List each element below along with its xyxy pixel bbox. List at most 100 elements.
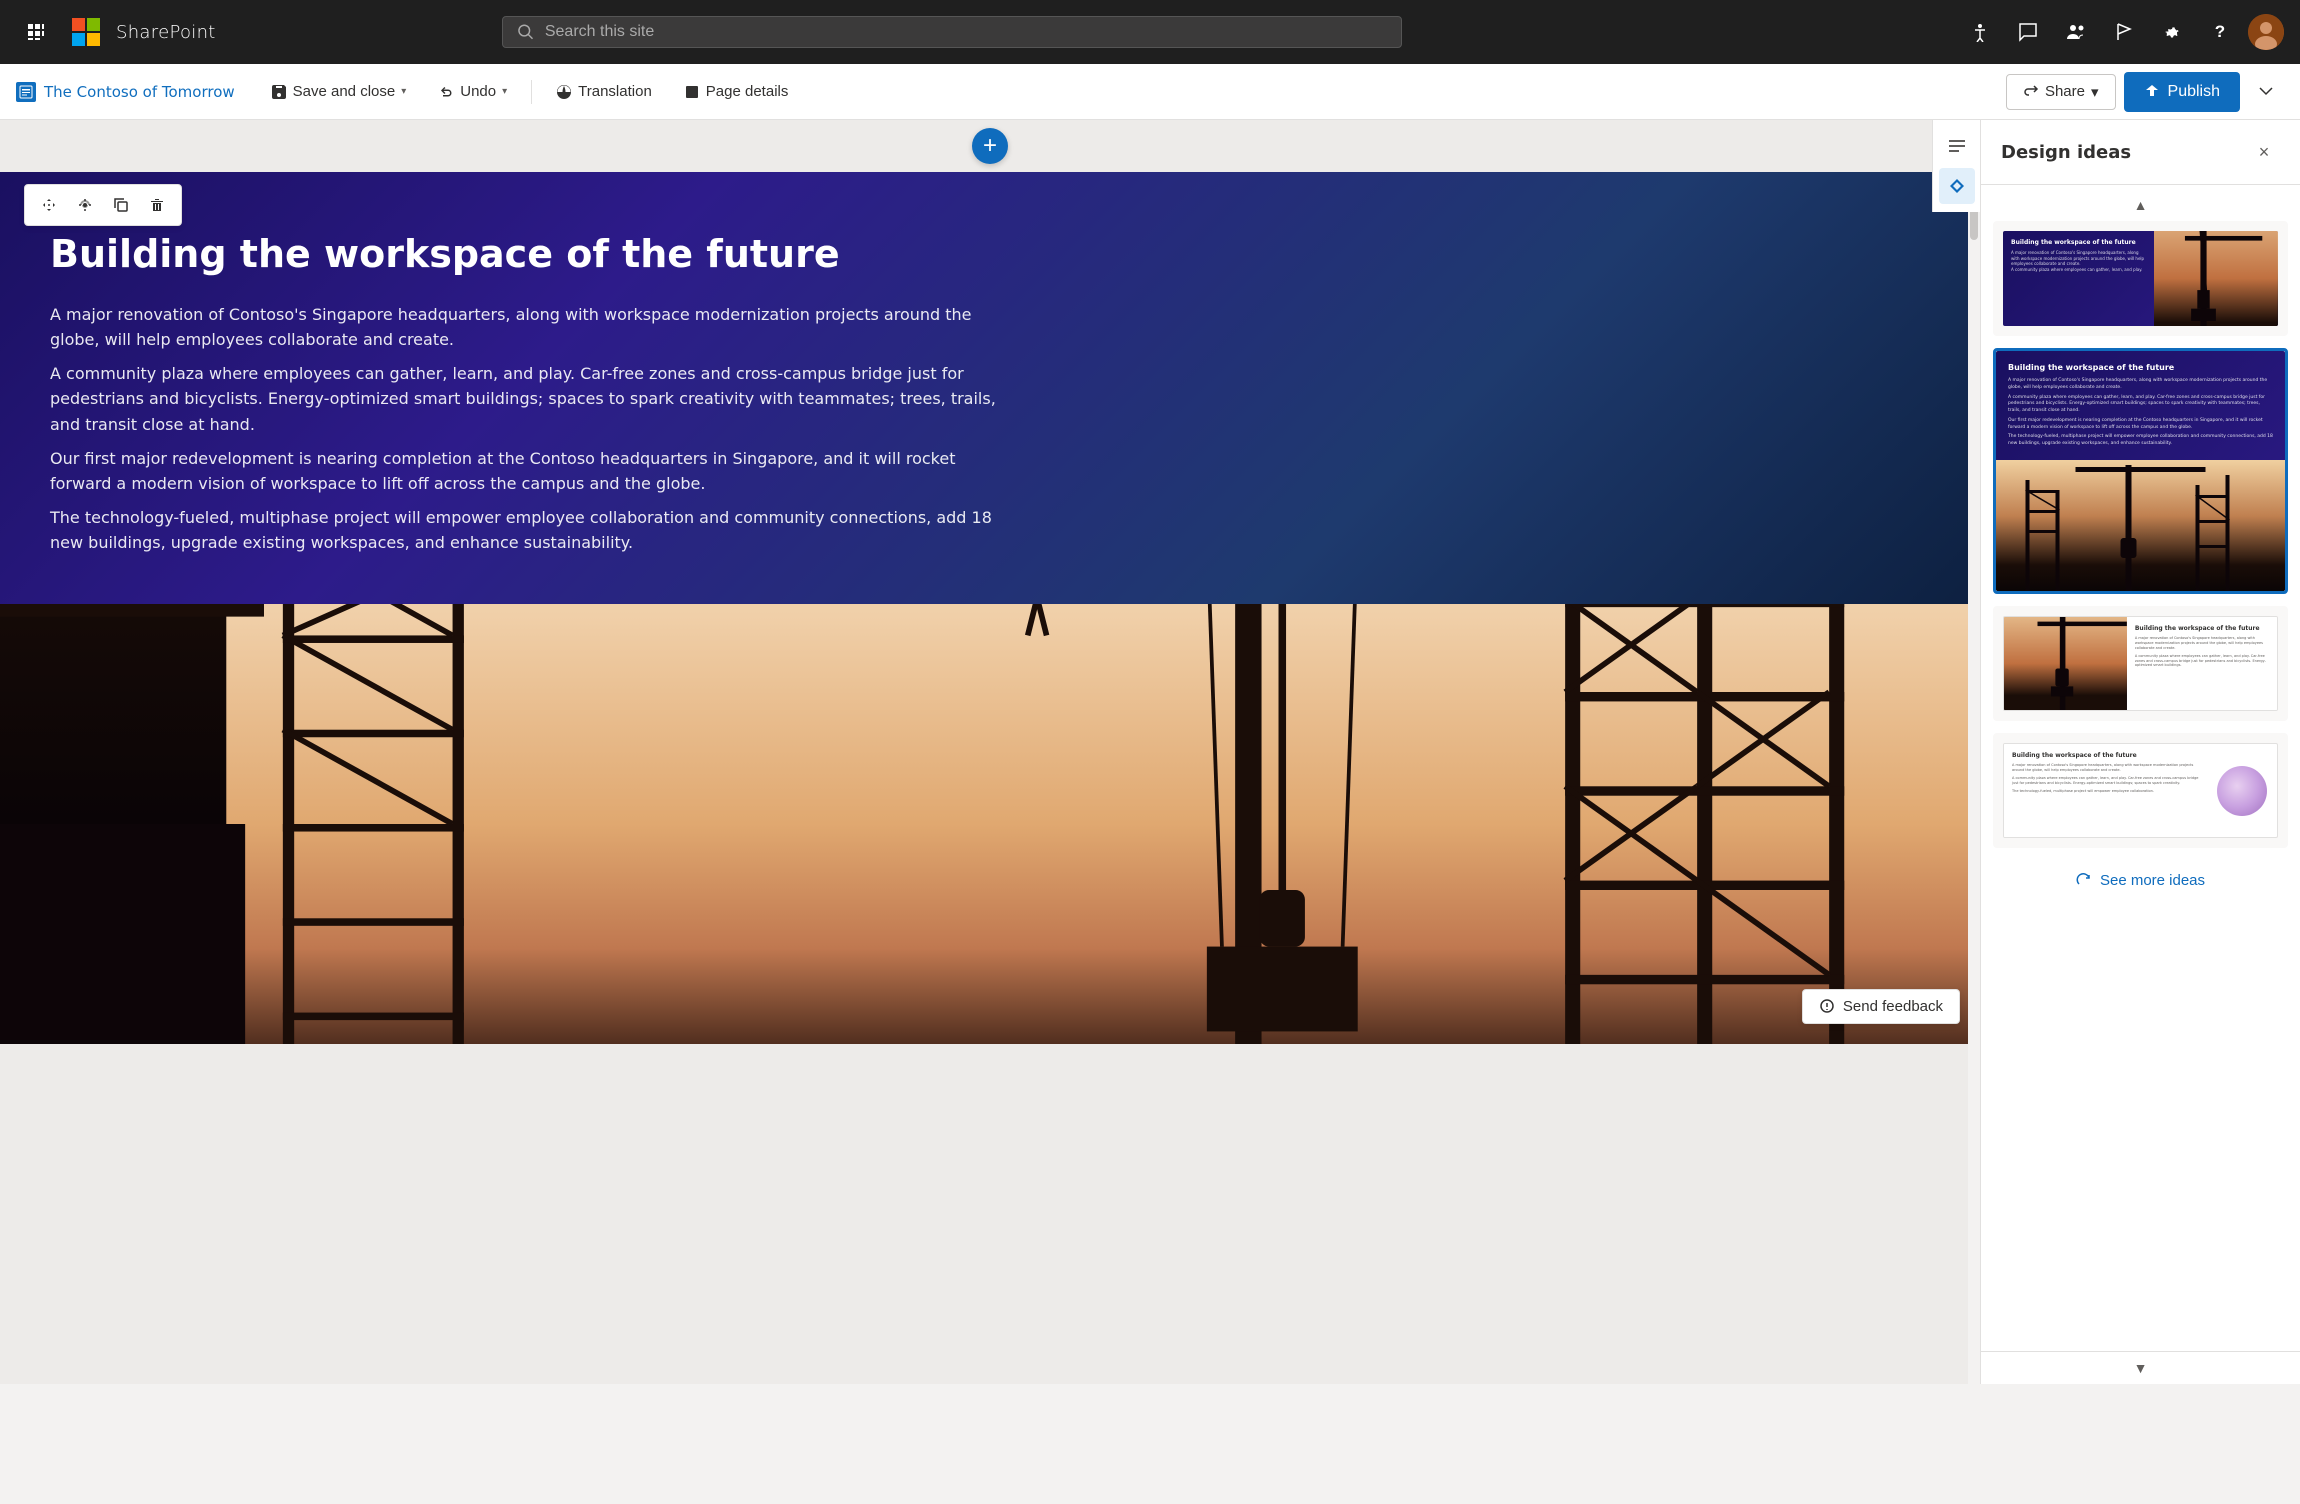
- design-idea-4[interactable]: Building the workspace of the future A m…: [1993, 733, 2288, 848]
- translation-button[interactable]: Translation: [544, 74, 664, 110]
- feedback-icon: [1819, 998, 1835, 1014]
- see-more-ideas-button[interactable]: See more ideas: [1993, 860, 2288, 901]
- construction-image: [0, 604, 1980, 1044]
- share-icon: [2023, 84, 2039, 100]
- toolbar-divider-1: [531, 80, 532, 104]
- share-button[interactable]: Share ▾: [2006, 74, 2116, 110]
- hero-section-wrapper: Building the workspace of the future A m…: [0, 172, 1980, 1044]
- delete-icon: [149, 197, 165, 213]
- page-toolbar: The Contoso of Tomorrow Save and close ▾…: [0, 64, 2300, 120]
- toolbar-right: Share ▾ Publish: [2006, 72, 2284, 112]
- save-close-label: Save and close: [293, 83, 396, 100]
- waffle-icon[interactable]: [16, 12, 56, 52]
- people-icon[interactable]: [2056, 12, 2096, 52]
- close-icon: ×: [2259, 142, 2270, 163]
- publish-button[interactable]: Publish: [2124, 72, 2240, 112]
- section-settings-icon: [77, 197, 93, 213]
- flag-icon[interactable]: [2104, 12, 2144, 52]
- see-more-label: See more ideas: [2100, 872, 2205, 889]
- chat-icon[interactable]: [2008, 12, 2048, 52]
- hero-para-1: A major renovation of Contoso's Singapor…: [50, 302, 1010, 353]
- construction-svg: [0, 604, 1980, 1044]
- page-brand: The Contoso of Tomorrow: [16, 82, 235, 102]
- search-container: [502, 16, 1402, 48]
- image-section: Image: [0, 604, 1980, 1044]
- add-section-button[interactable]: +: [972, 128, 1008, 164]
- idea-2-image: [1996, 460, 2285, 591]
- panel-close-button[interactable]: ×: [2248, 136, 2280, 168]
- delete-section-button[interactable]: [141, 189, 173, 221]
- hero-body: A major renovation of Contoso's Singapor…: [50, 302, 1010, 556]
- undo-icon: [438, 84, 454, 100]
- design-ideas-panel: Design ideas × ▲ Building the workspace …: [1980, 120, 2300, 1384]
- collapse-button[interactable]: [2248, 74, 2284, 110]
- save-icon: [271, 84, 287, 100]
- hero-section: Building the workspace of the future A m…: [0, 172, 1980, 604]
- page-name: The Contoso of Tomorrow: [44, 83, 235, 101]
- idea-3-text: Building the workspace of the future A m…: [2127, 617, 2277, 710]
- save-close-chevron: ▾: [401, 86, 406, 97]
- section-toolbar: [24, 184, 182, 226]
- main-area: +: [0, 120, 2300, 1384]
- move-section-button[interactable]: [33, 189, 65, 221]
- panel-title: Design ideas: [2001, 142, 2131, 163]
- rail-design-button[interactable]: [1939, 168, 1975, 204]
- idea-1-image: [2154, 231, 2278, 326]
- send-feedback-label: Send feedback: [1843, 998, 1943, 1015]
- hero-para-4: The technology-fueled, multiphase projec…: [50, 505, 1010, 556]
- idea-1-text: Building the workspace of the future A m…: [2003, 231, 2154, 326]
- panel-scroll-area[interactable]: ▲ Building the workspace of the future A…: [1981, 185, 2300, 1351]
- share-chevron: ▾: [2091, 83, 2099, 101]
- collapse-icon: [2257, 83, 2275, 101]
- scroll-down-button[interactable]: ▼: [2134, 1360, 2148, 1376]
- share-label: Share: [2045, 83, 2085, 100]
- idea-2-preview: Building the workspace of the future A m…: [1996, 351, 2285, 591]
- idea-3-image: [2004, 617, 2127, 710]
- section-settings-button[interactable]: [69, 189, 101, 221]
- design-idea-3[interactable]: Building the workspace of the future A m…: [1993, 606, 2288, 721]
- translation-label: Translation: [578, 83, 652, 100]
- idea-4-text: Building the workspace of the future A m…: [2004, 744, 2207, 837]
- side-rail: [1932, 120, 1980, 212]
- rail-property-icon[interactable]: [1939, 128, 1975, 164]
- send-feedback-button[interactable]: Send feedback: [1802, 989, 1960, 1024]
- duplicate-section-button[interactable]: [105, 189, 137, 221]
- idea-4-circle: [2217, 766, 2267, 816]
- top-nav: SharePoint ?: [0, 0, 2300, 64]
- design-idea-2[interactable]: Building the workspace of the future A m…: [1993, 348, 2288, 594]
- sharepoint-brand: SharePoint: [116, 22, 216, 43]
- undo-chevron: ▾: [502, 86, 507, 97]
- panel-header: Design ideas ×: [1981, 120, 2300, 185]
- hero-title: Building the workspace of the future: [50, 232, 1930, 278]
- save-close-button[interactable]: Save and close ▾: [259, 74, 419, 110]
- help-icon[interactable]: ?: [2200, 12, 2240, 52]
- undo-button[interactable]: Undo ▾: [426, 74, 519, 110]
- design-idea-1[interactable]: Building the workspace of the future A m…: [1993, 221, 2288, 336]
- page-details-button[interactable]: Page details: [672, 74, 801, 110]
- refresh-icon: [2076, 873, 2092, 889]
- rail-design-icon: [1947, 176, 1967, 196]
- add-section-row: +: [0, 120, 1980, 172]
- translation-icon: [556, 84, 572, 100]
- search-icon: [517, 23, 534, 41]
- move-icon: [41, 197, 57, 213]
- nav-icons-group: ?: [1960, 12, 2284, 52]
- scroll-up-area: ▲: [1993, 197, 2288, 213]
- microsoft-logo: [72, 18, 100, 46]
- search-input[interactable]: [545, 23, 1388, 41]
- idea-2-text: Building the workspace of the future A m…: [1996, 351, 2285, 460]
- rail-edit-icon: [1947, 136, 1967, 156]
- settings-icon[interactable]: [2152, 12, 2192, 52]
- publish-label: Publish: [2168, 83, 2220, 101]
- page-details-label: Page details: [706, 83, 789, 100]
- hero-para-2: A community plaza where employees can ga…: [50, 361, 1010, 438]
- page-type-icon: [16, 82, 36, 102]
- avatar[interactable]: [2248, 14, 2284, 50]
- scroll-up-button[interactable]: ▲: [2134, 197, 2148, 213]
- undo-label: Undo: [460, 83, 496, 100]
- idea-4-preview: Building the workspace of the future A m…: [2003, 743, 2278, 838]
- accessibility-icon[interactable]: [1960, 12, 2000, 52]
- page-canvas: +: [0, 120, 1980, 1384]
- canvas-scrollbar[interactable]: [1968, 120, 1980, 1384]
- idea-1-preview: Building the workspace of the future A m…: [2003, 231, 2278, 326]
